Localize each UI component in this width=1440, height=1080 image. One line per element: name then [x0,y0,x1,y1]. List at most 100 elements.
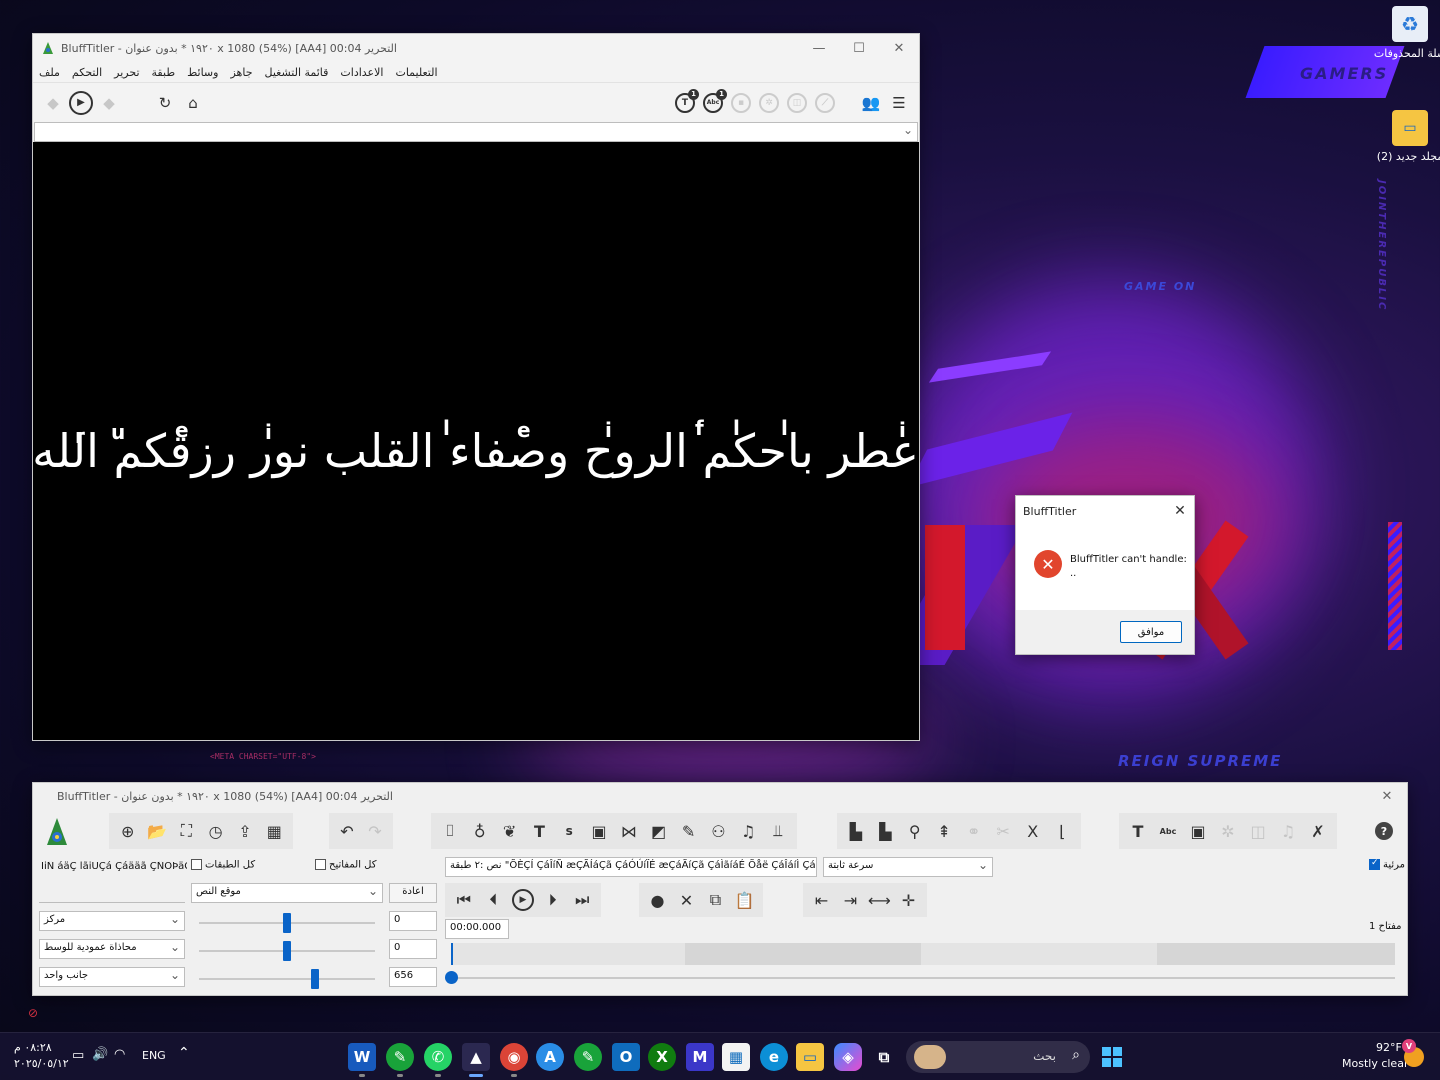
light-bulb-icon[interactable]: ♁ [465,816,495,846]
center-keys-icon[interactable]: ✛ [894,885,923,915]
timeline-scrub-track[interactable] [451,977,1395,979]
leaf-icon[interactable]: ❦ [495,816,525,846]
delete-key-icon[interactable]: ✕ [672,885,701,915]
small-text-icon[interactable]: s [554,816,584,846]
ok-button[interactable]: موافق [1120,621,1182,643]
error-dialog-titlebar[interactable]: BluffTitler ✕ [1016,496,1194,526]
slider-2-thumb[interactable] [283,941,291,961]
taskbar-blufftitler-icon[interactable]: ▲ [462,1043,490,1077]
path-icon[interactable]: ⋈ [614,816,644,846]
menu-playlist[interactable]: قائمة التشغيل [265,66,329,79]
text-layer-button[interactable]: T1 [671,88,699,117]
link-icon[interactable]: ⚲ [900,816,930,846]
clock-date[interactable]: ٢٠٢٥/٠٥/١٢ [14,1057,69,1070]
skip-start-icon[interactable]: ⏮ [449,885,479,915]
slider-1-thumb[interactable] [283,913,291,933]
visible-checkbox[interactable]: مرئية [1369,858,1405,871]
spread-keys-icon[interactable]: ⟷ [865,885,894,915]
last-key-icon[interactable]: ⇥ [836,885,865,915]
wifi-icon[interactable]: ◠ [114,1047,125,1062]
all-layers-checkbox[interactable]: كل الطبقات [191,859,255,871]
abc-layer-button[interactable]: Abc 1 [699,88,727,117]
particle-transform-icon[interactable]: ✲ [1213,816,1243,846]
main-window-titlebar[interactable]: BluffTitler - ١٩٢٠ * بدون عنوان x 1080 (… [33,34,919,62]
audio-level-icon[interactable]: ⫫ [763,816,793,846]
align-bottom-icon[interactable]: ▙ [871,816,901,846]
corner-icon[interactable]: ⌊ [1048,816,1078,846]
copy-key-icon[interactable]: ⧉ [701,885,730,915]
undo-icon[interactable]: ↶ [333,816,361,846]
step-forward-icon[interactable]: ⏵ [538,885,568,915]
timeline-key-block[interactable] [1157,943,1395,965]
help-icon[interactable]: ? [1375,822,1393,840]
home-icon[interactable]: ⌂ [179,89,207,117]
vertical-align-select[interactable]: محاذاة عمودية للوسط [39,939,185,959]
menu-help[interactable]: التعليمات [395,66,437,79]
taskbar-whatsapp-icon[interactable]: ✆ [424,1043,452,1077]
all-keys-checkbox[interactable]: كل المفاتيح [315,859,376,871]
error-dialog-close-button[interactable]: ✕ [1166,503,1194,519]
tray-chevron-icon[interactable]: ⌃ [178,1045,190,1061]
redo-icon[interactable]: ↷ [361,816,389,846]
scissor-icon[interactable]: ✂ [989,816,1019,846]
menu-ready[interactable]: جاهز [230,66,252,79]
desktop-folder[interactable]: ▭ (2) مجلد جديد [1370,110,1440,163]
forward-arrow-icon[interactable]: ◆ [95,89,123,117]
text-transform-icon[interactable]: T [1123,816,1153,846]
side-select[interactable]: جانب واحد [39,967,185,987]
close-button[interactable]: ✕ [879,41,919,56]
taskbar-editor-icon[interactable]: M [686,1043,714,1071]
layer-select[interactable]: نص :٢ طبقة "ÕÈÇÍ ÇáÎíÑ æÇÃÍáÇã ÇáÓÚíÏÉ æ… [445,857,817,877]
language-indicator[interactable]: ENG [142,1049,166,1062]
align-left-icon[interactable]: ▙ [841,816,871,846]
battery-icon[interactable]: ▭ [72,1048,84,1063]
menu-layer[interactable]: طبقة [152,66,176,79]
volume-icon[interactable]: 🔊 [92,1047,108,1062]
show-selector-dropdown[interactable] [34,122,918,142]
taskbar-store-icon[interactable]: A [536,1043,564,1071]
taskbar-app-green-icon[interactable]: ✎ [386,1043,414,1077]
text-icon[interactable]: T [524,816,554,846]
maximize-button[interactable]: ☐ [839,41,879,56]
step-back-icon[interactable]: ⏴ [479,885,509,915]
taskbar-ms-store-icon[interactable]: ▦ [722,1043,750,1071]
start-button-icon[interactable] [1098,1043,1126,1071]
preview-viewport[interactable]: عطر باحكم الروح وصفاء القلب نور رزقكم ال… [33,142,919,740]
time-field[interactable]: 00:00.000 [445,919,509,939]
clock-icon[interactable]: ◷ [201,816,230,846]
effect-layer-button[interactable]: ⟋ [811,89,839,117]
weather-desc[interactable]: Mostly clear [1342,1057,1408,1070]
insert-key-icon[interactable]: ⇞ [930,816,960,846]
timeline-keys-track[interactable] [451,943,1395,965]
speed-select[interactable]: سرعة ثابتة [823,857,993,877]
timeline-scrub-thumb[interactable] [445,971,458,984]
taskbar-task-view-icon[interactable]: ⧉ [870,1043,898,1071]
fit-frame-icon[interactable]: ⛶ [172,816,201,846]
timeline-key-block[interactable] [685,943,921,965]
taskbar-explorer-icon[interactable]: ▭ [796,1043,824,1071]
picture-icon[interactable]: ▣ [584,816,614,846]
film-strip-icon[interactable]: ▦ [260,816,289,846]
taskbar-copilot-icon[interactable]: ◈ [834,1043,862,1071]
camera-icon[interactable]: ⌷ [435,816,465,846]
particles-icon[interactable]: ⚇ [703,816,733,846]
cube-icon[interactable]: ◩ [644,816,674,846]
tools-icon[interactable]: ✗ [1303,816,1333,846]
hamburger-menu-icon[interactable]: ☰ [885,89,913,117]
text-entry-field[interactable] [39,877,185,903]
particle-layer-button[interactable]: ✲ [755,89,783,117]
image-transform-icon[interactable]: ▣ [1183,816,1213,846]
menu-file[interactable]: ملف [39,66,60,79]
group-icon[interactable]: ⚭ [959,816,989,846]
abc-transform-icon[interactable]: Abc [1153,816,1183,846]
property-select[interactable]: موقع النص [191,883,383,903]
minimize-button[interactable]: — [799,41,839,56]
taskbar-chrome-icon[interactable]: ◉ [500,1043,528,1077]
panel-close-button[interactable]: ✕ [1367,789,1407,804]
reset-button[interactable]: اعادة [389,883,437,903]
paste-key-icon[interactable]: 📋 [730,885,759,915]
taskbar-outlook-icon[interactable]: O [612,1043,640,1071]
menu-media[interactable]: وسائط [187,66,218,79]
community-icon[interactable]: 👥 [857,89,885,117]
taskbar-search-box[interactable]: بحث ⌕ [906,1041,1090,1073]
